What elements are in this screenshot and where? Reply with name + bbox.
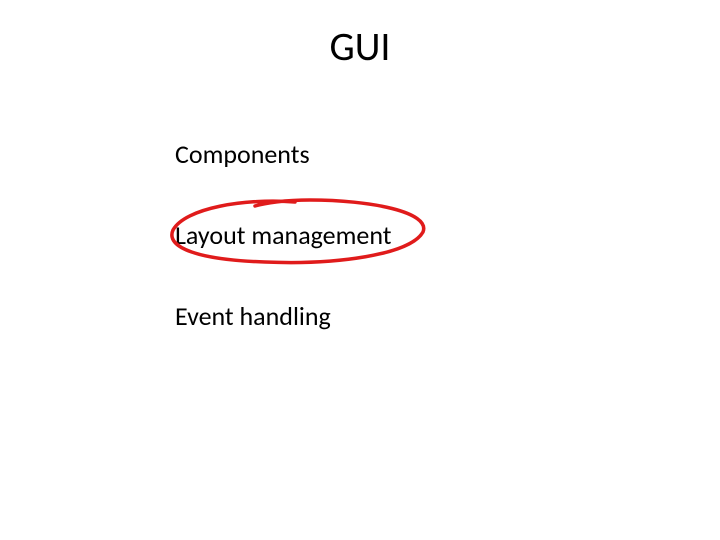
list-item: Event handling <box>175 300 331 332</box>
list-item: Layout management <box>175 219 391 251</box>
list-item: Components <box>175 138 310 170</box>
slide-title: GUI <box>0 22 720 71</box>
